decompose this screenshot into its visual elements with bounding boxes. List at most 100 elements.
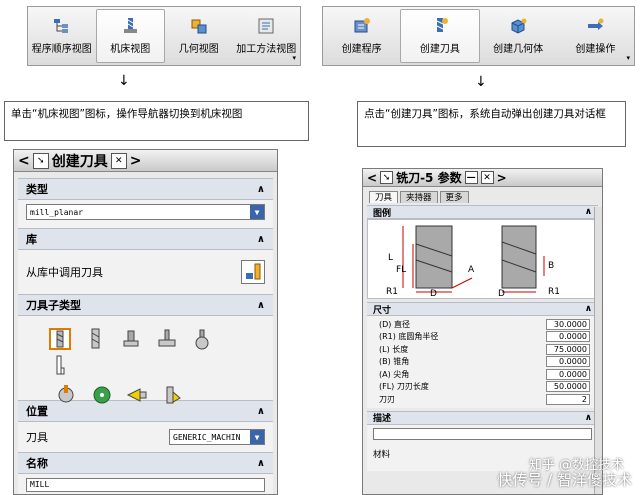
dim-label: 刀刃 (379, 394, 395, 404)
dim-label-D-right: D (498, 289, 505, 298)
tool-dimension-diagram: L FL R1 D A D B R1 (368, 220, 598, 299)
create-operation-icon (586, 18, 604, 34)
close-icon[interactable]: ✕ (110, 152, 127, 169)
create-tool-icon (431, 17, 449, 34)
collapse-icon[interactable]: ∧ (585, 304, 592, 314)
geometry-view-button[interactable]: 几何视图 (165, 7, 233, 65)
collapse-icon[interactable]: ∧ (585, 207, 592, 217)
dim-value-input[interactable]: 0.0000 (546, 368, 590, 380)
machine-tool-view-label: 机床视图 (110, 43, 151, 55)
section-subtype-header[interactable]: 刀具子类型 ∧ (18, 294, 273, 316)
dialog-title: 铣刀-5 参数 (396, 171, 462, 185)
ball-mill-subtype-icon[interactable] (191, 328, 213, 350)
location-tool-select[interactable]: GENERIC_MACHIN ▼ (169, 429, 265, 445)
create-program-button[interactable]: 创建程序 (323, 7, 400, 65)
create-tool-dialog: < ➘ 创建刀具 ✕ > 类型 ∧ mill_planar ▼ 库 ∧ 从库中调… (13, 149, 278, 495)
dim-row-lower-radius: (R1) 底圆角半径 0.0000 (367, 331, 598, 344)
section-subtype-label: 刀具子类型 (26, 299, 81, 312)
location-tool-label: 刀具 (26, 431, 48, 444)
dim-value-input[interactable]: 75.0000 (546, 343, 590, 355)
collapse-icon[interactable]: ∧ (585, 413, 592, 423)
dim-label-L: L (388, 253, 393, 263)
section-library-header[interactable]: 库 ∧ (18, 228, 273, 250)
chevron-down-icon[interactable]: ▼ (250, 430, 264, 444)
dovetail-cutter-subtype-icon[interactable] (91, 384, 113, 406)
section-name-header[interactable]: 名称 ∧ (18, 452, 273, 474)
collapse-icon[interactable]: ∧ (257, 300, 265, 311)
nav-next-icon[interactable]: > (497, 171, 507, 185)
barrel-tool-subtype-icon[interactable] (49, 354, 71, 376)
tab-tool[interactable]: 刀具 (369, 191, 399, 203)
t-slot-cutter-subtype-icon[interactable] (55, 384, 77, 406)
tool-name-input[interactable]: MILL (26, 478, 265, 492)
program-order-view-button[interactable]: 程序顺序视图 (28, 7, 96, 65)
dim-row-tip-angle: (A) 尖角 0.0000 (367, 368, 598, 381)
dim-label-R1: R1 (386, 287, 398, 297)
dim-row-diameter: (D) 直径 30.0000 (367, 318, 598, 331)
create-geometry-icon (509, 18, 527, 34)
dialog-title: 创建刀具 (51, 153, 108, 170)
dim-value-input[interactable]: 50.0000 (546, 381, 590, 393)
create-tool-label: 创建刀具 (419, 43, 460, 55)
tool-legend-figure: L FL R1 D A D B R1 (367, 219, 598, 299)
drill-tool-subtype-icon[interactable] (85, 328, 107, 350)
create-operation-button[interactable]: 创建操作 (557, 7, 634, 65)
machining-method-view-button[interactable]: 加工方法视图 (233, 7, 301, 65)
scrollbar[interactable] (594, 207, 602, 494)
toolbar-more-icon[interactable]: ▾ (626, 54, 630, 62)
dialog-badge-icon: ➘ (32, 152, 49, 169)
dim-value-input[interactable]: 2 (546, 393, 590, 405)
down-arrow-icon: ↓ (118, 73, 130, 89)
collapse-icon[interactable]: ∧ (257, 184, 265, 195)
section-dimensions-header[interactable]: 尺寸 ∧ (367, 302, 598, 316)
create-program-label: 创建程序 (341, 43, 382, 55)
library-retrieve-label: 从库中调用刀具 (26, 266, 103, 279)
section-legend-header[interactable]: 图例 ∧ (367, 205, 598, 219)
face-mill-subtype-icon[interactable] (156, 328, 178, 350)
description-input[interactable] (373, 427, 592, 440)
section-library-label: 库 (26, 233, 37, 246)
geometry-view-label: 几何视图 (178, 43, 219, 55)
nav-next-icon[interactable]: > (130, 153, 142, 169)
chamfer-mill-subtype-icon[interactable] (120, 328, 142, 350)
collapse-icon[interactable]: ∧ (257, 406, 265, 417)
nav-prev-icon[interactable]: < (367, 171, 377, 185)
location-tool-value: GENERIC_MACHIN (173, 432, 241, 442)
dim-value-input[interactable]: 0.0000 (546, 356, 590, 368)
create-tool-button[interactable]: 创建刀具 (400, 9, 480, 63)
type-select[interactable]: mill_planar ▼ (26, 204, 265, 220)
nav-prev-icon[interactable]: < (18, 153, 30, 169)
dimension-list: (D) 直径 30.0000 (R1) 底圆角半径 0.0000 (L) 长度 75.… (367, 316, 598, 408)
dim-value-input[interactable]: 0.0000 (546, 331, 590, 343)
parameter-tabs: 刀具 夹持器 更多 (363, 187, 602, 203)
mill-tool-subtype-icon[interactable] (49, 328, 71, 350)
section-location-label: 位置 (26, 405, 48, 418)
dim-row-flute-length: (FL) 刀刃长度 50.0000 (367, 381, 598, 394)
close-icon[interactable]: ✕ (480, 171, 494, 184)
machine-tool-view-button[interactable]: 机床视图 (95, 9, 165, 63)
tab-more[interactable]: 更多 (439, 191, 469, 203)
machining-method-view-label: 加工方法视图 (236, 43, 297, 55)
section-type-header[interactable]: 类型 ∧ (18, 178, 273, 200)
dim-label-R1-right: R1 (548, 287, 560, 297)
dialog-title-bar: < ➘ 铣刀-5 参数 — ✕ > (363, 169, 602, 187)
dim-label-FL: FL (396, 265, 406, 275)
chevron-down-icon[interactable]: ▼ (250, 205, 264, 219)
down-arrow-icon: ↓ (475, 74, 487, 90)
type-select-value: mill_planar (30, 207, 83, 217)
holder-subtype-icon[interactable] (162, 384, 184, 406)
countersink-subtype-icon[interactable] (126, 384, 148, 406)
dim-value-input[interactable]: 30.0000 (546, 318, 590, 330)
minimize-icon[interactable]: — (464, 171, 478, 184)
collapse-icon[interactable]: ∧ (257, 458, 265, 469)
tab-holder[interactable]: 夹持器 (400, 191, 438, 203)
instruction-note-left: 单击“机床视图”图标，操作导航器切换到机床视图 (4, 101, 309, 141)
create-geometry-button[interactable]: 创建几何体 (480, 7, 557, 65)
dim-row-taper-angle: (B) 锥角 0.0000 (367, 356, 598, 369)
section-description-header[interactable]: 描述 ∧ (367, 410, 598, 425)
dialog-title-bar: < ➘ 创建刀具 ✕ > (14, 150, 277, 172)
collapse-icon[interactable]: ∧ (257, 234, 265, 245)
watermark-line2: 快传号 / 智洋傻技术 (497, 471, 632, 489)
toolbar-more-icon[interactable]: ▾ (292, 54, 296, 62)
retrieve-tool-from-library-button[interactable] (241, 260, 265, 284)
